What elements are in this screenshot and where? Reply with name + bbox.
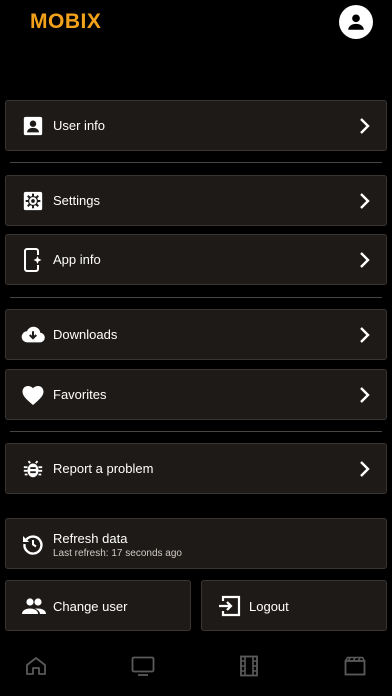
users-icon xyxy=(21,594,47,618)
divider xyxy=(10,162,382,163)
app-header: MOBIX xyxy=(0,0,392,48)
logout-icon xyxy=(217,594,243,618)
menu-item-app-info[interactable]: App info xyxy=(5,234,387,285)
tab-home[interactable] xyxy=(24,655,48,677)
menu-item-label: User info xyxy=(53,118,106,133)
menu-item-label: App info xyxy=(53,252,101,267)
refresh-title: Refresh data xyxy=(53,531,128,546)
chevron-right-icon xyxy=(360,117,370,134)
chevron-right-icon xyxy=(360,251,370,268)
menu-item-label: Report a problem xyxy=(53,461,154,476)
menu-item-label: Downloads xyxy=(53,327,118,342)
refresh-clock-icon xyxy=(21,532,45,556)
last-refresh-text: Last refresh: 17 seconds ago xyxy=(53,548,182,559)
tab-tv[interactable] xyxy=(131,655,155,677)
chevron-right-icon xyxy=(360,386,370,403)
logout-label: Logout xyxy=(249,599,289,614)
logout-button[interactable]: Logout xyxy=(201,580,387,631)
menu-item-user-info[interactable]: User info xyxy=(5,100,387,151)
chevron-right-icon xyxy=(360,460,370,477)
tv-icon xyxy=(131,656,155,676)
app-logo: MOBIX xyxy=(30,10,102,33)
account-circle-icon xyxy=(348,14,364,30)
chevron-right-icon xyxy=(360,192,370,209)
menu-item-label: Favorites xyxy=(53,387,107,402)
film-icon xyxy=(240,655,258,677)
bottom-tab-bar xyxy=(0,640,392,696)
tab-media[interactable] xyxy=(343,655,367,677)
phone-sparkle-icon xyxy=(21,247,45,272)
divider xyxy=(10,297,382,298)
gear-icon xyxy=(21,189,45,213)
bug-icon xyxy=(21,457,45,481)
home-icon xyxy=(26,657,46,675)
menu-item-favorites[interactable]: Favorites xyxy=(5,369,387,420)
heart-icon xyxy=(21,383,45,407)
contact-card-icon xyxy=(21,114,45,138)
account-avatar-button[interactable] xyxy=(339,5,373,39)
cloud-download-icon xyxy=(21,323,45,347)
menu-item-downloads[interactable]: Downloads xyxy=(5,309,387,360)
menu-item-settings[interactable]: Settings xyxy=(5,175,387,226)
menu-item-report-problem[interactable]: Report a problem xyxy=(5,443,387,494)
menu-item-refresh-data[interactable]: Refresh data Last refresh: 17 seconds ag… xyxy=(5,518,387,569)
change-user-label: Change user xyxy=(53,599,128,614)
chevron-right-icon xyxy=(360,326,370,343)
menu-item-label: Settings xyxy=(53,193,100,208)
tab-movies[interactable] xyxy=(237,655,261,677)
divider xyxy=(10,431,382,432)
clapperboard-icon xyxy=(344,656,366,676)
change-user-button[interactable]: Change user xyxy=(5,580,191,631)
